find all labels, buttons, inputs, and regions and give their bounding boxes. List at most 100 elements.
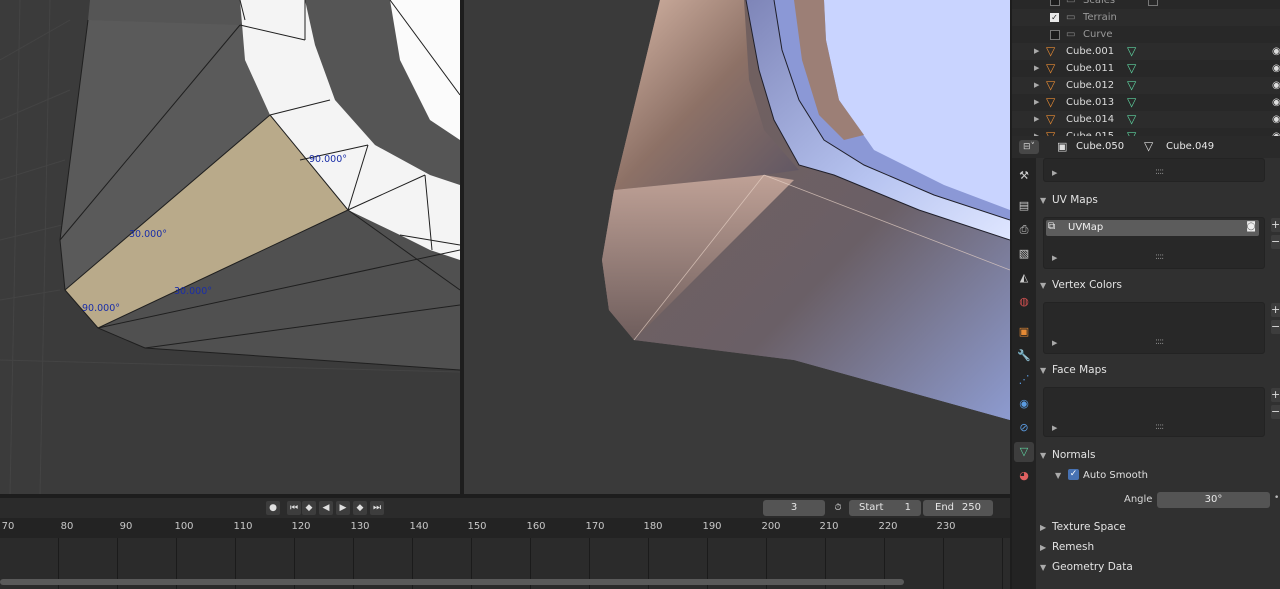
- scene-tab-icon[interactable]: ◭: [1014, 268, 1034, 288]
- current-frame-field[interactable]: 3: [763, 500, 825, 516]
- modifier-tab-icon[interactable]: 🔧: [1014, 346, 1034, 366]
- list-expand-icon[interactable]: ▶: [1052, 254, 1057, 262]
- expand-arrow-icon[interactable]: ▶: [1034, 43, 1039, 60]
- camera-icon[interactable]: ◙: [1246, 221, 1256, 232]
- normals-header[interactable]: ▼ Normals: [1040, 445, 1280, 465]
- list-expand-icon[interactable]: ▶: [1052, 169, 1057, 177]
- jump-start-icon[interactable]: ⏮: [287, 501, 301, 515]
- rendered-cube-view[interactable]: [464, 0, 1010, 494]
- outliner-row[interactable]: ▶ ▽ Cube.014 ▽ ◉: [1012, 111, 1280, 128]
- play-reverse-icon[interactable]: ◀: [319, 501, 333, 515]
- vertex-colors-list[interactable]: [1043, 302, 1265, 354]
- expand-arrow-icon[interactable]: ▶: [1034, 111, 1039, 128]
- stopwatch-icon[interactable]: ⏱: [831, 501, 845, 515]
- outliner-row[interactable]: ▭ Scales: [1012, 0, 1280, 9]
- mesh-edit-view[interactable]: [0, 0, 460, 494]
- auto-smooth-collapse-icon[interactable]: ▼: [1055, 471, 1061, 480]
- panel-expand-icon: ▶: [1040, 523, 1047, 532]
- eye-icon[interactable]: ◉: [1272, 128, 1280, 136]
- start-frame-field[interactable]: Start 1: [849, 500, 921, 516]
- play-icon[interactable]: ▶: [336, 501, 350, 515]
- outliner-row[interactable]: ▶ ▽ Cube.001 ▽ ◉: [1012, 43, 1280, 60]
- prev-keyframe-icon[interactable]: ◆: [302, 501, 316, 515]
- resize-handle-icon[interactable]: ::::: [1155, 337, 1164, 347]
- next-keyframe-icon[interactable]: ◆: [353, 501, 367, 515]
- timeline-ruler[interactable]: 70 80 90 100 110 120 130 140 150 160 170…: [0, 518, 1010, 538]
- add-vertex-color-button[interactable]: +: [1271, 303, 1280, 317]
- remesh-header[interactable]: ▶ Remesh: [1040, 537, 1280, 557]
- record-button[interactable]: ●: [266, 501, 280, 515]
- face-maps-list[interactable]: [1043, 387, 1265, 437]
- add-uv-map-button[interactable]: +: [1271, 218, 1280, 232]
- viewport-rendered[interactable]: [464, 0, 1010, 494]
- outliner-item-label: Cube.001: [1066, 46, 1115, 57]
- expand-arrow-icon[interactable]: ▶: [1034, 94, 1039, 111]
- texture-space-header[interactable]: ▶ Texture Space: [1040, 517, 1280, 537]
- outliner-row[interactable]: ▶ ▽ Cube.013 ▽ ◉: [1012, 94, 1280, 111]
- mesh-data-icon: ▽: [1127, 129, 1137, 136]
- exclude-checkbox[interactable]: [1050, 0, 1060, 6]
- tool-tab-icon[interactable]: ⚒: [1014, 166, 1034, 186]
- auto-smooth-checkbox[interactable]: ✓: [1068, 469, 1079, 480]
- uv-maps-header[interactable]: ▼ UV Maps: [1040, 190, 1280, 210]
- frame-tick: 220: [878, 521, 898, 532]
- physics-tab-icon[interactable]: ◉: [1014, 394, 1034, 414]
- list-box-partial[interactable]: [1043, 158, 1265, 182]
- view-layer-tab-icon[interactable]: ▧: [1014, 244, 1034, 264]
- world-tab-icon[interactable]: ◍: [1014, 292, 1034, 312]
- mesh-name-label[interactable]: Cube.049: [1166, 141, 1214, 152]
- outliner-row[interactable]: ▶ ▽ Cube.015 ▽ ◉: [1012, 128, 1280, 136]
- geometry-data-header[interactable]: ▼ Geometry Data: [1040, 557, 1280, 577]
- eye-icon[interactable]: ◉: [1272, 94, 1280, 111]
- expand-arrow-icon[interactable]: ▶: [1034, 77, 1039, 94]
- angle-field[interactable]: 30°: [1157, 492, 1270, 508]
- eye-icon[interactable]: ◉: [1272, 60, 1280, 77]
- particles-tab-icon[interactable]: ⋰: [1014, 370, 1034, 390]
- outliner-row[interactable]: ▶ ▽ Cube.012 ▽ ◉: [1012, 77, 1280, 94]
- exclude-checkbox[interactable]: ✓: [1050, 13, 1059, 22]
- jump-end-icon[interactable]: ⏭: [370, 501, 384, 515]
- mesh-data-tab-icon[interactable]: ▽: [1014, 442, 1034, 462]
- material-tab-icon[interactable]: ◕: [1014, 466, 1034, 486]
- resize-handle-icon[interactable]: ::::: [1155, 422, 1164, 432]
- exclude-checkbox[interactable]: [1050, 30, 1060, 40]
- eye-icon[interactable]: ◉: [1272, 77, 1280, 94]
- list-expand-icon[interactable]: ▶: [1052, 339, 1057, 347]
- eye-icon[interactable]: ◉: [1272, 111, 1280, 128]
- eye-icon[interactable]: ◉: [1272, 43, 1280, 60]
- end-frame-field[interactable]: End 250: [923, 500, 993, 516]
- resize-handle-icon[interactable]: ::::: [1155, 252, 1164, 262]
- mesh-data-icon: ▽: [1127, 78, 1137, 92]
- expand-arrow-icon[interactable]: ▶: [1034, 60, 1039, 77]
- uv-map-list-item[interactable]: ⧉ UVMap ◙: [1046, 220, 1259, 236]
- outliner-panel[interactable]: ▭ Scales ✓ ▭ Terrain ▭ Curve ▶ ▽ Cube.00…: [1012, 0, 1280, 136]
- expand-arrow-icon[interactable]: ▶: [1034, 128, 1039, 136]
- viewport-edit-mode[interactable]: 90.000° 30.000° 30.000° 90.000°: [0, 0, 460, 494]
- remove-face-map-button[interactable]: −: [1271, 405, 1280, 419]
- face-maps-header[interactable]: ▼ Face Maps: [1040, 360, 1280, 380]
- frame-tick: 150: [467, 521, 487, 532]
- texture-space-label: Texture Space: [1052, 521, 1126, 533]
- outliner-row[interactable]: ▭ Curve: [1012, 26, 1280, 43]
- timeline-scrollbar[interactable]: [0, 579, 904, 585]
- outliner-row[interactable]: ▶ ▽ Cube.011 ▽ ◉: [1012, 60, 1280, 77]
- remove-uv-map-button[interactable]: −: [1271, 235, 1280, 249]
- outliner-item-label: Curve: [1083, 29, 1113, 40]
- outliner-row[interactable]: ✓ ▭ Terrain: [1012, 9, 1280, 26]
- vertex-colors-header[interactable]: ▼ Vertex Colors: [1040, 275, 1280, 295]
- constraints-tab-icon[interactable]: ⊘: [1014, 418, 1034, 438]
- object-tab-icon[interactable]: ▣: [1014, 322, 1034, 342]
- keyframe-dot-icon[interactable]: •: [1274, 493, 1279, 503]
- frame-tick: 100: [174, 521, 194, 532]
- mesh-data-icon: ▽: [1127, 112, 1137, 126]
- list-expand-icon[interactable]: ▶: [1052, 424, 1057, 432]
- frame-tick: 230: [936, 521, 956, 532]
- render-tab-icon[interactable]: ▤: [1014, 196, 1034, 216]
- resize-handle-icon[interactable]: ::::: [1155, 167, 1164, 177]
- editor-type-icon[interactable]: ⊟˅: [1019, 140, 1039, 154]
- output-tab-icon[interactable]: ⎙: [1014, 220, 1034, 240]
- add-face-map-button[interactable]: +: [1271, 388, 1280, 402]
- object-name-label[interactable]: Cube.050: [1076, 141, 1124, 152]
- remove-vertex-color-button[interactable]: −: [1271, 320, 1280, 334]
- edge-angle-label: 90.000°: [309, 154, 347, 165]
